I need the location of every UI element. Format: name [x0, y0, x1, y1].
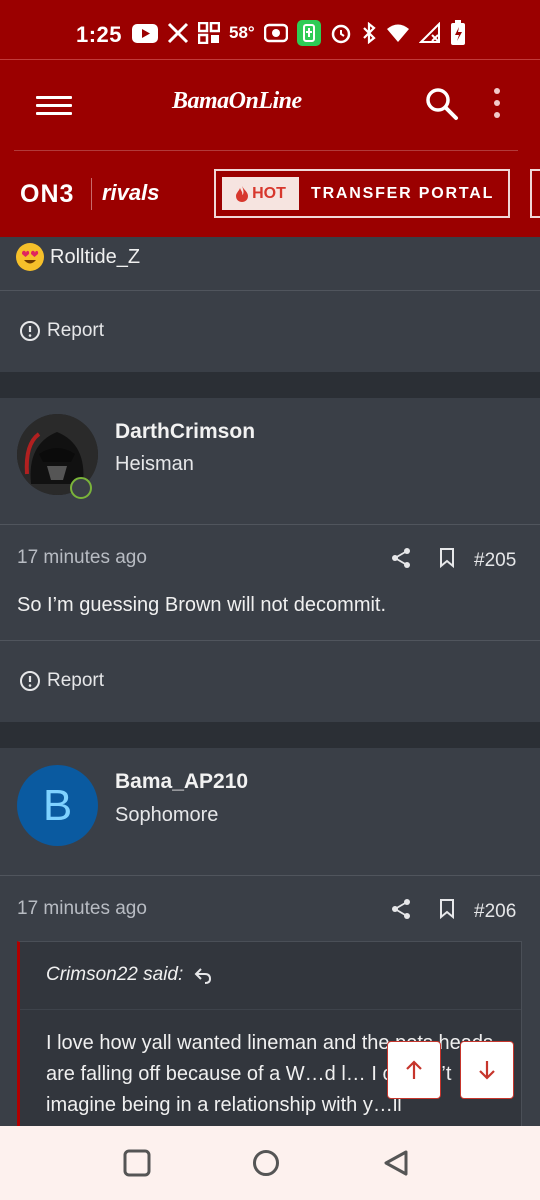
battery-saver-icon	[296, 20, 321, 46]
previous-post-user[interactable]: Rolltide_Z	[16, 243, 140, 271]
flame-icon	[236, 185, 249, 202]
post-number-link[interactable]: #205	[474, 550, 516, 572]
reply-arrow-icon	[194, 968, 212, 984]
home-button[interactable]	[251, 1148, 281, 1178]
arrow-down-icon	[479, 1061, 495, 1080]
share-button[interactable]	[390, 547, 412, 574]
wifi-icon	[386, 23, 410, 43]
report-button[interactable]: Report	[19, 670, 104, 692]
quote-header[interactable]: Crimson22 said:	[46, 964, 213, 986]
bookmark-icon	[440, 899, 454, 920]
alarm-icon	[330, 22, 352, 44]
battery-icon	[450, 20, 466, 46]
divider	[0, 290, 540, 291]
report-button[interactable]: Report	[19, 320, 104, 342]
status-bar: 1:25 58°	[0, 0, 540, 60]
user-rank: Sophomore	[115, 804, 219, 826]
quote-author: Crimson22 said:	[46, 964, 184, 985]
alert-circle-icon	[20, 321, 40, 341]
hot-label: HOT	[252, 184, 286, 202]
on3-logo[interactable]: ON3	[20, 180, 74, 209]
report-label: Report	[47, 320, 105, 341]
dot	[494, 100, 500, 106]
quote-block: Crimson22 said: I love how yall wanted l…	[17, 941, 522, 1141]
post-time[interactable]: 17 minutes ago	[17, 898, 147, 920]
youtube-icon	[132, 23, 158, 43]
avatar[interactable]: B	[17, 765, 98, 846]
menu-button[interactable]	[36, 92, 72, 120]
post-actions: #205	[390, 547, 516, 574]
status-time: 1:25	[76, 22, 123, 47]
alert-circle-icon	[20, 671, 40, 691]
post-username[interactable]: Bama_AP210	[115, 770, 248, 794]
post-actions: #206	[390, 898, 516, 925]
share-button[interactable]	[390, 898, 412, 925]
square-icon	[123, 1149, 151, 1177]
divider	[0, 640, 540, 641]
quote-text: I love how yall wanted lineman and the p…	[46, 1032, 493, 1116]
search-button[interactable]	[424, 86, 460, 122]
temperature: 58°	[229, 23, 255, 42]
circle-icon	[253, 1150, 279, 1176]
hamburger-icon	[36, 96, 72, 99]
scroll-down-button[interactable]	[460, 1041, 514, 1099]
partner-separator	[91, 178, 92, 210]
next-partner-button[interactable]	[530, 169, 540, 218]
signal-icon	[418, 22, 441, 44]
post-number-link[interactable]: #206	[474, 901, 516, 923]
user-rank: Heisman	[115, 453, 194, 475]
search-icon	[426, 88, 458, 120]
back-button[interactable]	[381, 1148, 411, 1178]
divider	[0, 524, 540, 525]
hot-badge: HOT	[222, 177, 299, 210]
bluetooth-icon	[361, 22, 377, 44]
status-icons: 58°	[132, 20, 466, 46]
dot	[494, 112, 500, 118]
qr-icon	[198, 22, 220, 44]
report-label: Report	[47, 670, 105, 691]
site-logo[interactable]: BamaOnLine	[172, 88, 302, 115]
transfer-portal-label: TRANSFER PORTAL	[311, 184, 495, 202]
quote-divider	[20, 1009, 521, 1010]
bookmark-button[interactable]	[438, 547, 456, 574]
previous-post-username: Rolltide_Z	[50, 245, 141, 268]
back-triangle-icon	[384, 1150, 408, 1176]
radio-icon	[263, 23, 288, 43]
bookmark-icon	[440, 548, 454, 569]
rivals-logo[interactable]: rivals	[102, 180, 160, 206]
more-vertical-icon	[494, 88, 500, 94]
arrow-up-icon	[406, 1060, 422, 1079]
online-status-icon	[70, 477, 92, 499]
post-body: So I’m guessing Brown will not decommit.	[17, 594, 387, 616]
post-time[interactable]: 17 minutes ago	[17, 547, 147, 569]
transfer-portal-button[interactable]: HOT TRANSFER PORTAL	[214, 169, 510, 218]
divider	[0, 875, 540, 876]
share-icon	[392, 548, 410, 568]
hamburger-line	[36, 112, 72, 115]
post-separator	[0, 372, 540, 398]
heart-eyes-emoji-icon	[16, 243, 44, 271]
post-separator	[0, 722, 540, 748]
x-icon	[167, 22, 189, 44]
share-icon	[392, 899, 410, 919]
bookmark-button[interactable]	[438, 898, 456, 925]
more-options-button[interactable]	[490, 88, 504, 122]
post-username[interactable]: DarthCrimson	[115, 420, 255, 444]
hamburger-line	[36, 104, 72, 107]
scroll-up-button[interactable]	[387, 1041, 441, 1099]
recent-apps-button[interactable]	[122, 1148, 152, 1178]
